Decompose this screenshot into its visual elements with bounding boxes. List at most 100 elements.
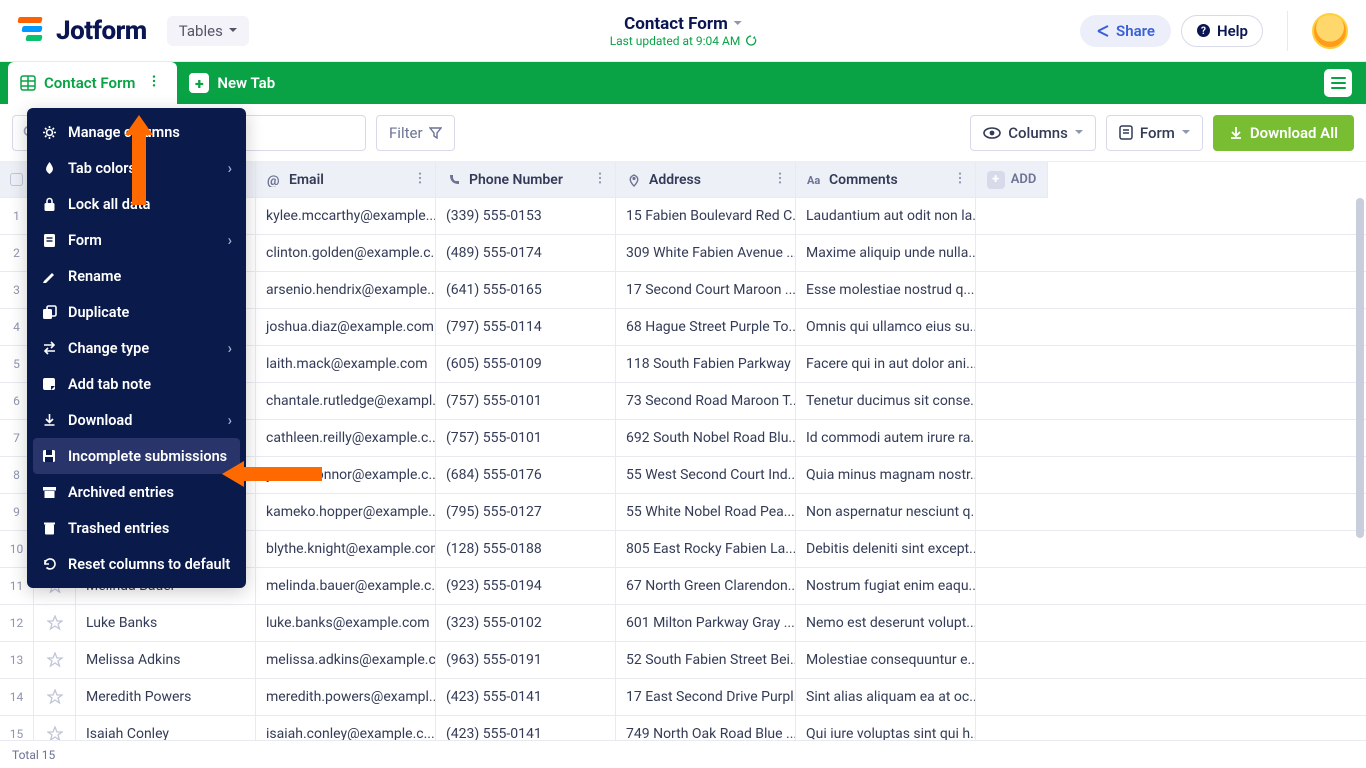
columns-button[interactable]: Columns <box>970 115 1096 151</box>
cell-email[interactable]: luke.banks@example.com <box>256 605 436 641</box>
cell-phone[interactable]: (923) 555-0194 <box>436 568 616 604</box>
table-row[interactable]: Cathleen Reillycathleen.reilly@example.c… <box>76 420 1366 457</box>
cell-email[interactable]: kylee.mccarthy@example... <box>256 198 436 234</box>
table-row[interactable]: Joshua Diazjoshua.diaz@example.com(797) … <box>76 309 1366 346</box>
cell-address[interactable]: 52 South Fabien Street Bei... <box>616 642 796 678</box>
menu-item-trash[interactable]: Trashed entries <box>27 510 246 546</box>
cell-email[interactable]: chantale.rutledge@exampl... <box>256 383 436 419</box>
row-number[interactable]: 13 <box>0 642 33 679</box>
cell-phone[interactable]: (128) 555-0188 <box>436 531 616 567</box>
refresh-icon[interactable] <box>745 35 756 46</box>
menu-item-form[interactable]: Form › <box>27 222 246 258</box>
tab-contact-form[interactable]: Contact Form <box>8 62 177 104</box>
logo[interactable]: Jotform <box>18 16 147 46</box>
add-column-button[interactable]: + ADD <box>976 162 1048 198</box>
table-row[interactable]: Chantale Rutledgechantale.rutledge@examp… <box>76 383 1366 420</box>
cell-address[interactable]: 805 East Rocky Fabien La... <box>616 531 796 567</box>
table-row[interactable]: Blythe Knightblythe.knight@example.com(1… <box>76 531 1366 568</box>
table-row[interactable]: Kameko Hopperkameko.hopper@example...(79… <box>76 494 1366 531</box>
cell-comments[interactable]: Sint alias aliquam ea at oc... <box>796 679 976 715</box>
column-header-address[interactable]: Address <box>616 162 796 197</box>
table-row[interactable]: Luke Banksluke.banks@example.com(323) 55… <box>76 605 1366 642</box>
download-all-button[interactable]: Download All <box>1213 115 1354 151</box>
menu-item-note[interactable]: Add tab note <box>27 366 246 402</box>
cell-email[interactable]: clinton.golden@example.c... <box>256 235 436 271</box>
cell-comments[interactable]: Laudantium aut odit non la... <box>796 198 976 234</box>
scrollbar[interactable] <box>1356 198 1364 538</box>
column-header-comments[interactable]: Aa Comments <box>796 162 976 197</box>
star-toggle[interactable] <box>34 642 75 679</box>
cell-phone[interactable]: (797) 555-0114 <box>436 309 616 345</box>
cell-email[interactable]: melinda.bauer@example.c... <box>256 568 436 604</box>
cell-comments[interactable]: Facere qui in aut dolor ani... <box>796 346 976 382</box>
cell-email[interactable]: meredith.powers@exampl... <box>256 679 436 715</box>
cell-phone[interactable]: (605) 555-0109 <box>436 346 616 382</box>
star-toggle[interactable] <box>34 679 75 716</box>
cell-address[interactable]: 15 Fabien Boulevard Red C... <box>616 198 796 234</box>
cell-comments[interactable]: Nostrum fugiat enim eaqu... <box>796 568 976 604</box>
cell-email[interactable]: blythe.knight@example.com <box>256 531 436 567</box>
tab-options-button[interactable] <box>143 74 165 92</box>
row-number[interactable]: 15 <box>0 716 33 740</box>
row-number[interactable]: 12 <box>0 605 33 642</box>
filter-button[interactable]: Filter <box>376 115 455 151</box>
column-header-phone[interactable]: Phone Number <box>436 162 616 197</box>
table-row[interactable]: Melissa Adkinsmelissa.adkins@example.c..… <box>76 642 1366 679</box>
cell-address[interactable]: 118 South Fabien Parkway ... <box>616 346 796 382</box>
tables-dropdown[interactable]: Tables <box>167 16 249 46</box>
cell-name[interactable]: Meredith Powers <box>76 679 256 715</box>
cell-phone[interactable]: (757) 555-0101 <box>436 383 616 419</box>
cell-address[interactable]: 692 South Nobel Road Blu... <box>616 420 796 456</box>
cell-comments[interactable]: Qui iure voluptas sint qui h... <box>796 716 976 740</box>
cell-email[interactable]: arsenio.hendrix@example... <box>256 272 436 308</box>
form-title[interactable]: Contact Form <box>610 14 757 34</box>
menu-item-swap[interactable]: Change type › <box>27 330 246 366</box>
cell-comments[interactable]: Tenetur ducimus sit conse... <box>796 383 976 419</box>
cell-comments[interactable]: Omnis qui ullamco eius su... <box>796 309 976 345</box>
column-options-button[interactable] <box>593 171 607 189</box>
column-options-button[interactable] <box>413 171 427 189</box>
avatar[interactable] <box>1312 13 1348 49</box>
cell-phone[interactable]: (757) 555-0101 <box>436 420 616 456</box>
cell-name[interactable]: Melissa Adkins <box>76 642 256 678</box>
cell-name[interactable]: Luke Banks <box>76 605 256 641</box>
cell-address[interactable]: 309 White Fabien Avenue ... <box>616 235 796 271</box>
cell-phone[interactable]: (963) 555-0191 <box>436 642 616 678</box>
help-button[interactable]: ? Help <box>1181 15 1263 47</box>
form-button[interactable]: Form <box>1106 115 1203 151</box>
hamburger-menu-button[interactable] <box>1324 69 1352 97</box>
cell-comments[interactable]: Nemo est deserunt volupt... <box>796 605 976 641</box>
cell-email[interactable]: joshua.diaz@example.com <box>256 309 436 345</box>
table-row[interactable]: Meredith Powersmeredith.powers@exampl...… <box>76 679 1366 716</box>
cell-comments[interactable]: Maxime aliquip unde nulla... <box>796 235 976 271</box>
menu-item-arch[interactable]: Archived entries <box>27 474 246 510</box>
cell-phone[interactable]: (489) 555-0174 <box>436 235 616 271</box>
cell-comments[interactable]: Non aspernatur nesciunt q... <box>796 494 976 530</box>
column-options-button[interactable] <box>773 171 787 189</box>
cell-address[interactable]: 55 West Second Court Ind... <box>616 457 796 493</box>
column-header-email[interactable]: @ Email <box>256 162 436 197</box>
cell-name[interactable]: Isaiah Conley <box>76 716 256 740</box>
table-row[interactable]: Melinda Bauermelinda.bauer@example.c...(… <box>76 568 1366 605</box>
cell-address[interactable]: 749 North Oak Road Blue ... <box>616 716 796 740</box>
cell-phone[interactable]: (323) 555-0102 <box>436 605 616 641</box>
cell-comments[interactable]: Quia minus magnam nostr... <box>796 457 976 493</box>
cell-phone[interactable]: (795) 555-0127 <box>436 494 616 530</box>
column-options-button[interactable] <box>953 171 967 189</box>
cell-address[interactable]: 17 Second Court Maroon ... <box>616 272 796 308</box>
cell-address[interactable]: 55 White Nobel Road Pea... <box>616 494 796 530</box>
table-row[interactable]: Clinton Goldenclinton.golden@example.c..… <box>76 235 1366 272</box>
cell-phone[interactable]: (423) 555-0141 <box>436 716 616 740</box>
star-toggle[interactable] <box>34 605 75 642</box>
cell-email[interactable]: melissa.adkins@example.c... <box>256 642 436 678</box>
cell-comments[interactable]: Id commodi autem irure ra... <box>796 420 976 456</box>
cell-address[interactable]: 17 East Second Drive Purpl... <box>616 679 796 715</box>
menu-item-save[interactable]: Incomplete submissions <box>33 438 240 474</box>
cell-address[interactable]: 73 Second Road Maroon T... <box>616 383 796 419</box>
table-row[interactable]: Laith Macklaith.mack@example.com(605) 55… <box>76 346 1366 383</box>
menu-item-pencil[interactable]: Rename <box>27 258 246 294</box>
menu-item-dup[interactable]: Duplicate <box>27 294 246 330</box>
table-row[interactable]: Isaiah Conleyisaiah.conley@example.c...(… <box>76 716 1366 740</box>
cell-email[interactable]: cathleen.reilly@example.c... <box>256 420 436 456</box>
cell-email[interactable]: kameko.hopper@example... <box>256 494 436 530</box>
